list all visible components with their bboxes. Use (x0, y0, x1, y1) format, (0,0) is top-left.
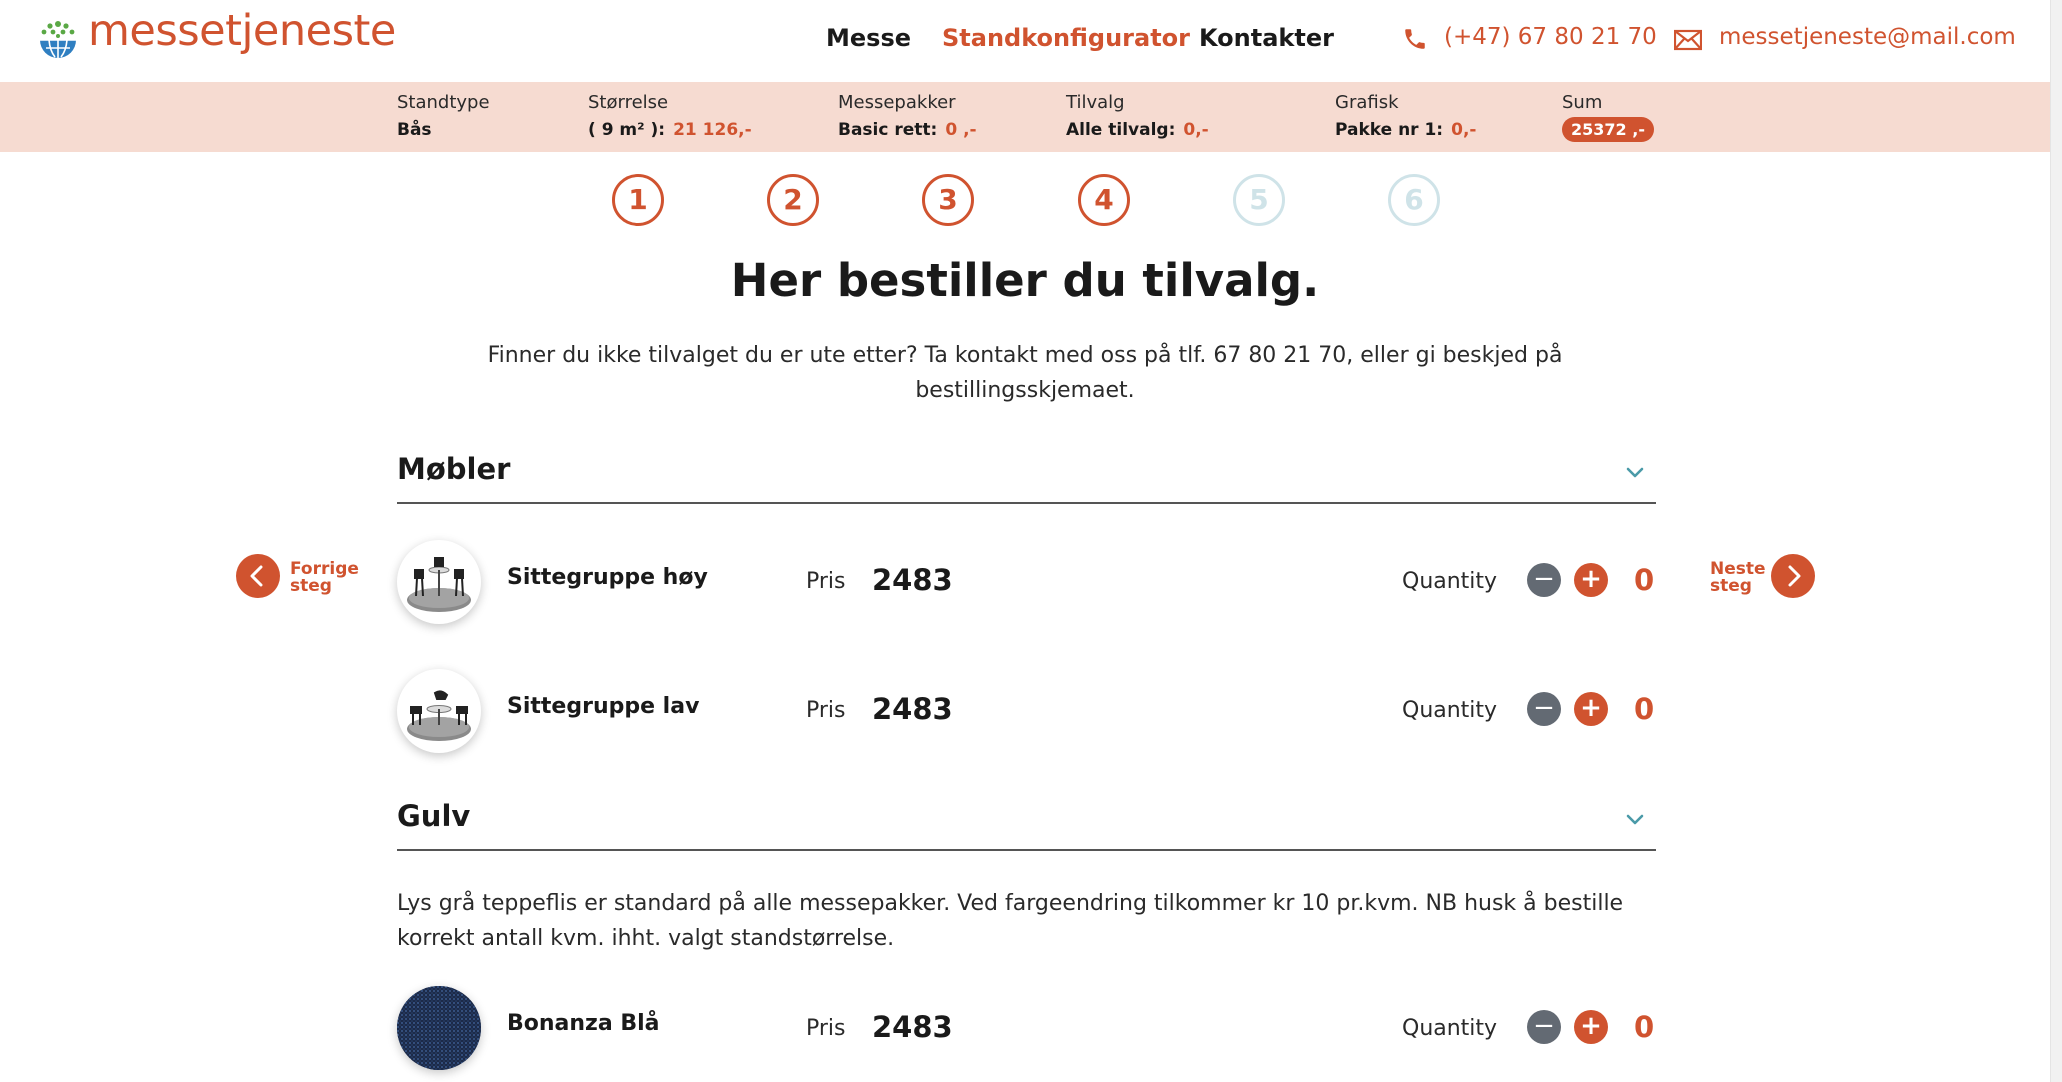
summary-value-messepakker: Basic rett: 0 ,- (838, 120, 977, 140)
chevron-left-icon (250, 565, 263, 587)
section-title-mobler[interactable]: Møbler (397, 452, 510, 486)
chevron-right-icon (1788, 565, 1801, 587)
summary-label-standtype: Standtype (397, 92, 490, 113)
mail-icon (1674, 29, 1702, 51)
page-intro: Finner du ikke tilvalget du er ute etter… (487, 343, 1563, 403)
section-divider (397, 849, 1656, 851)
summary-grafisk-amount: 0,- (1451, 120, 1477, 140)
summary-tilvalg-amount: 0,- (1183, 120, 1209, 140)
logo-text[interactable]: messetjeneste (88, 6, 396, 56)
summary-messepakker-text: Basic rett: (838, 120, 938, 140)
prev-step-label-line2: steg (290, 576, 332, 596)
price-value: 2483 (872, 563, 953, 597)
summary-standtype-text: Bås (397, 120, 432, 140)
step-6[interactable]: 6 (1388, 174, 1440, 226)
product-name: Bonanza Blå (507, 1011, 660, 1036)
summary-tilvalg-text: Alle tilvalg: (1066, 120, 1176, 140)
chevron-down-icon[interactable] (1624, 808, 1646, 830)
quantity-label: Quantity (1402, 698, 1498, 723)
prev-step-label[interactable]: Forrige steg (290, 561, 359, 595)
product-image-bonanza-bla (397, 986, 481, 1070)
prev-step-button[interactable] (236, 554, 280, 598)
summary-label-tilvalg: Tilvalg (1066, 92, 1125, 113)
chevron-down-icon[interactable] (1624, 461, 1646, 483)
quantity-decrease-button[interactable]: − (1527, 692, 1561, 726)
step-1[interactable]: 1 (612, 174, 664, 226)
price-label: Pris (806, 698, 846, 723)
price-label: Pris (806, 1016, 846, 1041)
quantity-value: 0 (1634, 692, 1655, 726)
price-value: 2483 (872, 692, 953, 726)
quantity-increase-button[interactable]: + (1574, 1010, 1608, 1044)
summary-bar (0, 82, 2050, 152)
summary-grafisk-text: Pakke nr 1: (1335, 120, 1444, 140)
next-step-label-line2: steg (1710, 576, 1752, 596)
summary-label-sum: Sum (1562, 92, 1603, 113)
summary-value-standtype: Bås (397, 120, 432, 140)
nav-standkonfigurator[interactable]: Standkonfigurator (942, 24, 1190, 52)
price-label: Pris (806, 569, 846, 594)
step-2[interactable]: 2 (767, 174, 819, 226)
quantity-decrease-button[interactable]: − (1527, 1010, 1561, 1044)
summary-sum-badge: 25372 ,- (1562, 117, 1654, 142)
summary-label-messepakker: Messepakker (838, 92, 956, 113)
summary-messepakker-amount: 0 ,- (945, 120, 977, 140)
product-image-sittegruppe-hoy (397, 540, 481, 624)
section-description: Lys grå teppeflis er standard på alle me… (397, 891, 1624, 951)
summary-storrelse-text: ( 9 m² ): (588, 120, 666, 140)
phone-link[interactable]: (+47) 67 80 21 70 (1444, 24, 1657, 50)
nav-messe[interactable]: Messe (826, 24, 911, 52)
scrollbar[interactable] (2050, 0, 2062, 1082)
summary-storrelse-amount: 21 126,- (673, 120, 752, 140)
quantity-increase-button[interactable]: + (1574, 692, 1608, 726)
product-name: Sittegruppe høy (507, 565, 708, 590)
quantity-value: 0 (1634, 1010, 1655, 1044)
quantity-label: Quantity (1402, 1016, 1498, 1041)
summary-value-grafisk: Pakke nr 1: 0,- (1335, 120, 1476, 140)
quantity-decrease-button[interactable]: − (1527, 563, 1561, 597)
logo-globe-icon (40, 21, 76, 58)
quantity-label: Quantity (1402, 569, 1498, 594)
summary-label-grafisk: Grafisk (1335, 92, 1399, 113)
quantity-value: 0 (1634, 563, 1655, 597)
phone-icon (1405, 29, 1425, 49)
summary-value-storrelse: ( 9 m² ): 21 126,- (588, 120, 752, 140)
product-name: Sittegruppe lav (507, 694, 700, 719)
summary-label-storrelse: Størrelse (588, 92, 669, 113)
next-step-label[interactable]: Neste steg (1710, 561, 1766, 595)
step-5[interactable]: 5 (1233, 174, 1285, 226)
nav-kontakter[interactable]: Kontakter (1199, 24, 1334, 52)
next-step-button[interactable] (1771, 554, 1815, 598)
quantity-increase-button[interactable]: + (1574, 563, 1608, 597)
page-title: Her bestiller du tilvalg. (730, 254, 1320, 307)
summary-value-tilvalg: Alle tilvalg: 0,- (1066, 120, 1209, 140)
price-value: 2483 (872, 1010, 953, 1044)
section-title-gulv[interactable]: Gulv (397, 799, 470, 833)
step-4[interactable]: 4 (1078, 174, 1130, 226)
product-image-sittegruppe-lav (397, 669, 481, 753)
email-link[interactable]: messetjeneste@mail.com (1719, 24, 2016, 50)
section-divider (397, 502, 1656, 504)
step-3[interactable]: 3 (922, 174, 974, 226)
